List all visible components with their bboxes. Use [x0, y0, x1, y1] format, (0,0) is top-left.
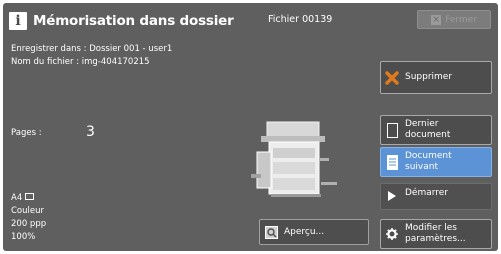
next-document-line2: suivant	[405, 162, 438, 172]
delete-label: Supprimer	[405, 72, 453, 82]
file-title: Fichier 00139	[268, 14, 333, 25]
title-row: i Mémorisation dans dossier	[9, 9, 234, 33]
close-button[interactable]: × Fermer	[417, 10, 491, 29]
next-document-label: Document suivant	[403, 151, 452, 173]
resolution: 200 ppp	[11, 219, 47, 229]
paper-size: A4	[11, 193, 35, 203]
modify-settings-button[interactable]: Modifier les paramètres...	[380, 219, 492, 249]
modify-settings-line2: paramètres...	[405, 234, 466, 244]
document-lines-icon	[381, 154, 403, 170]
color-mode: Couleur	[11, 206, 44, 216]
info-icon: i	[9, 12, 27, 30]
pages-label: Pages :	[11, 128, 42, 138]
close-label: Fermer	[445, 14, 477, 25]
printer-illustration	[251, 121, 337, 197]
next-document-line1: Document	[405, 151, 452, 161]
document-outline-icon	[381, 122, 403, 138]
start-label: Démarrer	[405, 188, 449, 198]
preview-icon	[260, 225, 282, 239]
paper-size-label: A4	[11, 193, 23, 203]
modify-settings-label: Modifier les paramètres...	[403, 223, 466, 245]
last-document-line2: document	[405, 130, 451, 140]
delete-x-icon	[381, 70, 403, 85]
last-document-label: Dernier document	[403, 119, 450, 141]
play-icon	[381, 188, 403, 201]
last-document-line1: Dernier	[405, 119, 439, 129]
pages-count: 3	[86, 124, 95, 140]
panel: i Mémorisation dans dossier Fichier 0013…	[3, 3, 498, 251]
save-location: Enregistrer dans : Dossier 001 - user1	[11, 44, 173, 54]
next-document-button[interactable]: Document suivant	[380, 147, 492, 177]
start-button[interactable]: Démarrer	[380, 183, 492, 210]
preview-button[interactable]: Aperçu...	[259, 219, 369, 245]
orientation-icon	[25, 193, 35, 200]
modify-settings-line1: Modifier les	[405, 223, 457, 233]
delete-button[interactable]: Supprimer	[380, 61, 492, 94]
last-document-button[interactable]: Dernier document	[380, 115, 492, 145]
gear-icon	[381, 228, 403, 240]
zoom-ratio: 100%	[11, 232, 36, 242]
close-icon: ×	[431, 14, 442, 25]
preview-label: Aperçu...	[284, 226, 325, 237]
page-title: Mémorisation dans dossier	[33, 13, 234, 29]
file-name: Nom du fichier : img-404170215	[11, 57, 150, 67]
